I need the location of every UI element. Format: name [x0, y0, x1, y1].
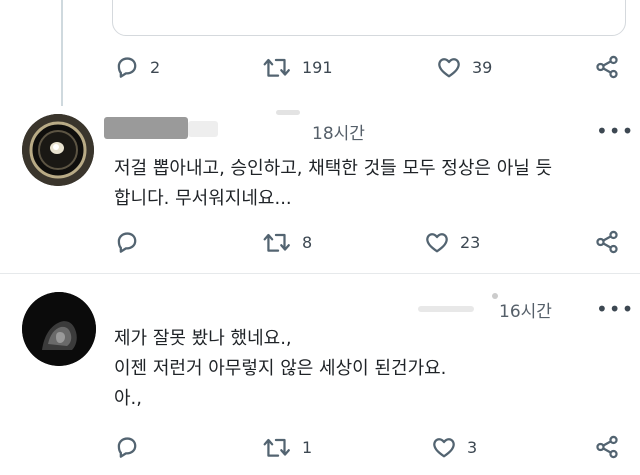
reply-text: 저걸 뽑아내고, 승인하고, 채택한 것들 모두 정상은 아닐 듯 합니다. 무… — [114, 154, 552, 214]
share-button[interactable] — [594, 432, 620, 462]
like-count: 23 — [460, 232, 481, 252]
retweet-button[interactable]: 8 — [262, 227, 312, 257]
like-button[interactable]: 39 — [436, 52, 492, 82]
timestamp[interactable]: 18시간 — [312, 119, 365, 144]
reply-bubble-icon — [117, 57, 137, 78]
share-icon — [596, 55, 618, 79]
reply-action-bar: 8 23 — [0, 227, 640, 257]
share-icon — [596, 230, 618, 254]
retweet-button[interactable]: 191 — [262, 52, 333, 82]
quoted-media-card[interactable] — [112, 0, 626, 36]
reply-text-line: 합니다. 무서워지네요... — [114, 188, 292, 209]
reply-bubble-icon — [117, 437, 137, 458]
retweet-icon — [263, 58, 290, 77]
more-options-icon[interactable]: ••• — [596, 121, 634, 141]
username-redacted[interactable] — [418, 306, 474, 312]
share-button[interactable] — [594, 52, 620, 82]
like-button[interactable]: 3 — [431, 432, 477, 462]
avatar[interactable] — [22, 114, 94, 186]
lion-avatar-image — [22, 292, 96, 366]
retweet-icon — [263, 233, 290, 252]
username-redacted[interactable] — [104, 117, 188, 139]
retweet-icon — [263, 438, 290, 457]
share-button[interactable] — [594, 227, 620, 257]
top-post-action-bar: 2 191 39 — [0, 52, 640, 82]
heart-icon — [426, 233, 448, 253]
timestamp[interactable]: 16시간 — [499, 297, 552, 322]
reply-bubble-icon — [117, 232, 137, 253]
handle-redacted-fragment — [492, 293, 498, 299]
reply-text-line: 아., — [114, 388, 143, 409]
reply-text: 제가 잘못 봤나 했네요., 이젠 저런거 아무렇지 않은 세상이 된건가요. … — [114, 324, 446, 414]
reply-button[interactable] — [114, 227, 150, 257]
retweet-button[interactable]: 1 — [262, 432, 312, 462]
avatar[interactable] — [22, 292, 96, 366]
reply-text-line: 제가 잘못 봤나 했네요., — [114, 328, 292, 349]
retweet-count: 191 — [302, 57, 333, 77]
reply-button[interactable] — [114, 432, 150, 462]
retweet-count: 8 — [302, 232, 313, 252]
reply-action-bar: 1 3 — [0, 432, 640, 462]
like-count: 39 — [472, 57, 493, 77]
reply-text-line: 이젠 저런거 아무렇지 않은 세상이 된건가요. — [114, 358, 447, 379]
reply-count: 2 — [150, 57, 161, 77]
like-button[interactable]: 23 — [424, 227, 480, 257]
handle-redacted-fragment — [276, 110, 300, 115]
heart-icon — [433, 438, 455, 458]
more-options-icon[interactable]: ••• — [596, 299, 634, 319]
reply-button[interactable]: 2 — [114, 52, 160, 82]
reply-text-line: 저걸 뽑아내고, 승인하고, 채택한 것들 모두 정상은 아닐 듯 — [114, 158, 553, 179]
like-count: 3 — [467, 437, 478, 457]
heart-icon — [438, 58, 460, 78]
retweet-count: 1 — [302, 437, 313, 457]
handle-redacted — [188, 121, 218, 137]
avatar-image — [22, 114, 94, 186]
divider — [0, 273, 640, 274]
share-icon — [596, 435, 618, 459]
